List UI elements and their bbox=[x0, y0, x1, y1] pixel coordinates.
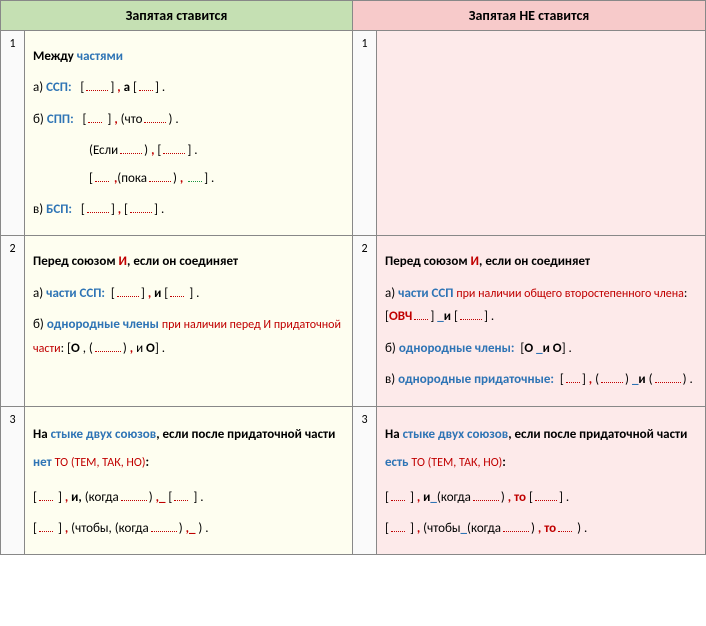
cell-2-left: Перед союзом И, если он соединяет а) час… bbox=[25, 236, 353, 406]
header-right: Запятая НЕ ставится bbox=[353, 1, 706, 31]
row-num: 1 bbox=[1, 31, 25, 236]
cell-1-right bbox=[377, 31, 706, 236]
cell-3-left: На стыке двух союзов, если после придато… bbox=[25, 406, 353, 555]
cell-1-left: Между частями а) ССП: [] , а [] . б) СПП… bbox=[25, 31, 353, 236]
row-num: 2 bbox=[1, 236, 25, 406]
row-num: 2 bbox=[353, 236, 377, 406]
grammar-table: Запятая ставится Запятая НЕ ставится 1 М… bbox=[0, 0, 706, 555]
cell-2-right: Перед союзом И, если он соединяет а) час… bbox=[377, 236, 706, 406]
cell-3-right: На стыке двух союзов, если после придато… bbox=[377, 406, 706, 555]
row-num: 3 bbox=[353, 406, 377, 555]
row-num: 1 bbox=[353, 31, 377, 236]
header-left: Запятая ставится bbox=[1, 1, 353, 31]
row-num: 3 bbox=[1, 406, 25, 555]
